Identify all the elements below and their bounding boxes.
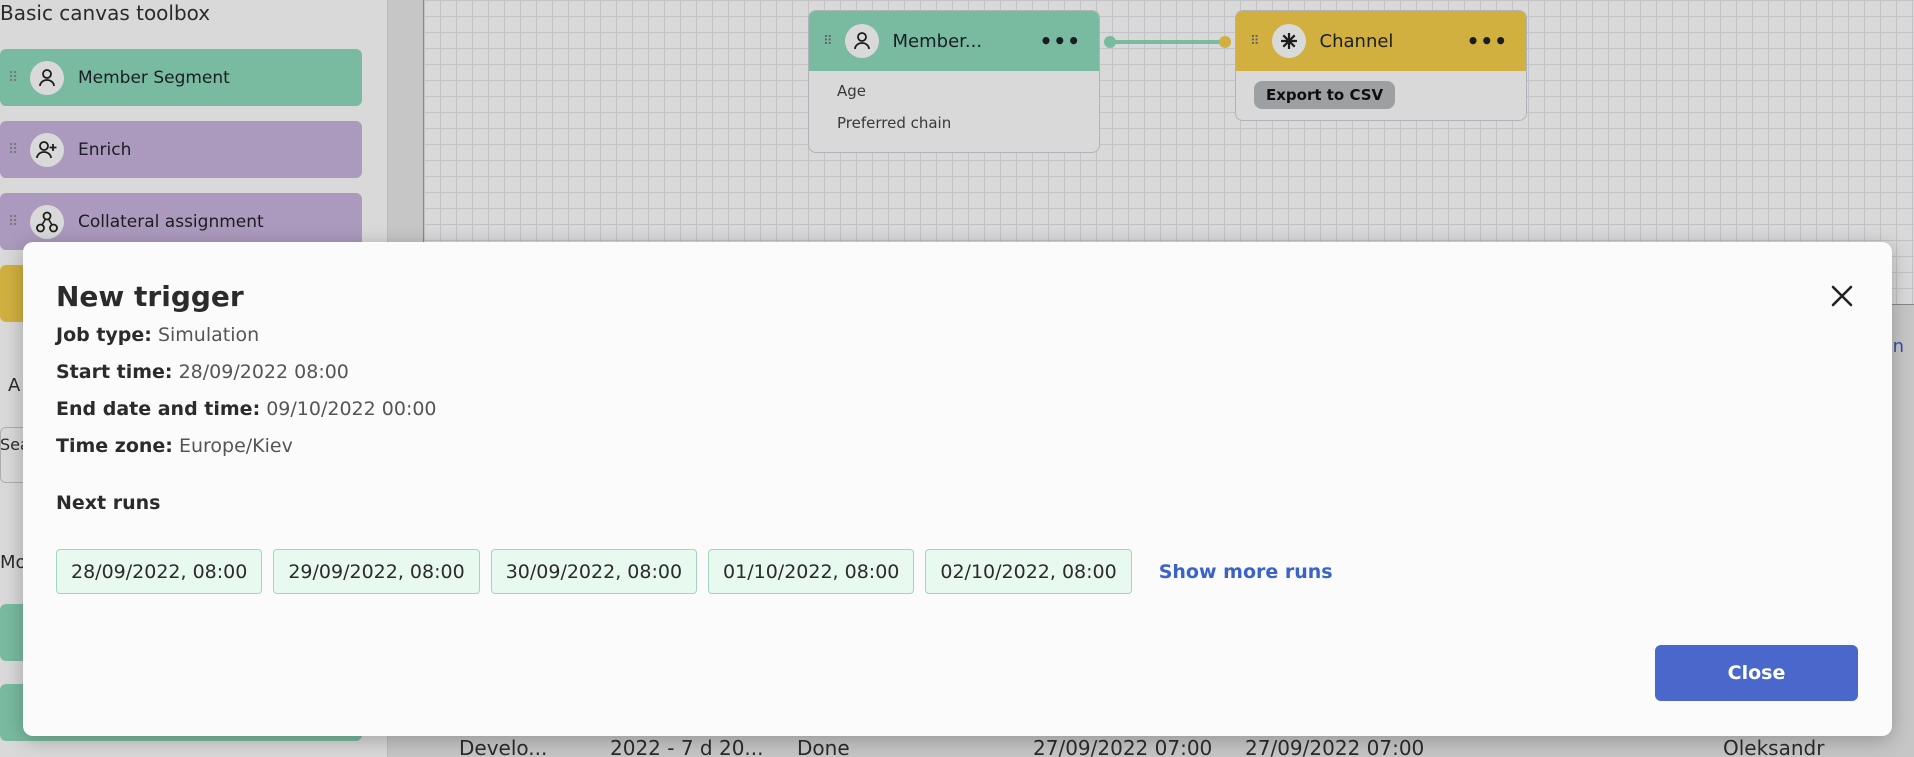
- close-button[interactable]: Close: [1655, 645, 1858, 701]
- show-more-runs-link[interactable]: Show more runs: [1159, 561, 1333, 583]
- dialog-title: New trigger: [56, 280, 244, 313]
- run-chip: 02/10/2022, 08:00: [925, 549, 1132, 594]
- next-runs-list: 28/09/2022, 08:00 29/09/2022, 08:00 30/0…: [56, 549, 1333, 594]
- time-zone-row: Time zone: Europe/Kiev: [56, 435, 293, 457]
- start-time-value: 28/09/2022 08:00: [178, 361, 349, 383]
- run-chip: 30/09/2022, 08:00: [490, 549, 698, 594]
- job-type-label: Job type:: [56, 324, 152, 346]
- job-type-value: Simulation: [157, 324, 260, 346]
- time-zone-label: Time zone:: [56, 435, 173, 457]
- end-time-row: End date and time: 09/10/2022 00:00: [56, 398, 437, 420]
- time-zone-value: Europe/Kiev: [178, 435, 293, 457]
- run-chip: 28/09/2022, 08:00: [56, 549, 263, 594]
- next-runs-heading: Next runs: [56, 492, 161, 514]
- run-chip: 01/10/2022, 08:00: [708, 549, 915, 594]
- run-chip: 29/09/2022, 08:00: [273, 549, 480, 594]
- end-time-value: 09/10/2022 00:00: [266, 398, 437, 420]
- new-trigger-dialog: New trigger Job type: Simulation Start t…: [23, 242, 1892, 736]
- start-time-label: Start time:: [56, 361, 173, 383]
- close-icon[interactable]: [1828, 282, 1856, 310]
- end-time-label: End date and time:: [56, 398, 261, 420]
- start-time-row: Start time: 28/09/2022 08:00: [56, 361, 349, 383]
- job-type-row: Job type: Simulation: [56, 324, 259, 346]
